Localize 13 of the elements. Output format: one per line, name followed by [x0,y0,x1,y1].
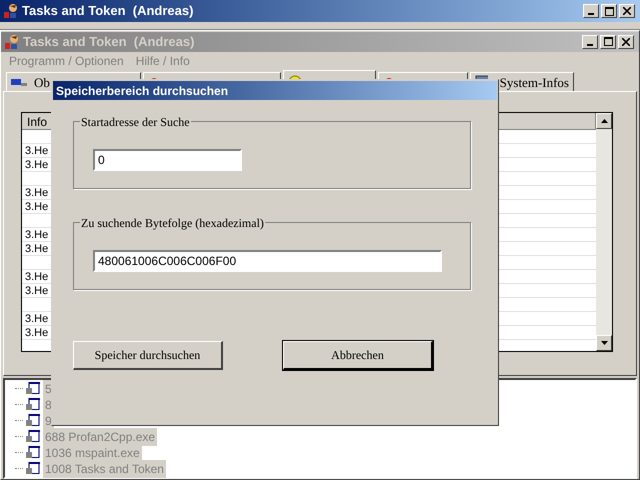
list-cell: 3.He [25,271,48,284]
dialog-title: Speicherbereich durchsuchen [56,82,228,100]
window-title: Tasks and Token (Andreas) [23,33,196,52]
list-cell: 3.He [25,201,48,214]
list-cell: 3.He [25,313,48,326]
list-cell: 3.He [25,187,48,200]
list-cell: 3.He [25,229,48,242]
list-cell: 3.He [25,159,48,172]
list-cell: 3.He [25,285,48,298]
list-cell: 3.He [25,243,48,256]
list-cell: 3.He [25,145,48,158]
window-title: Tasks and Token (Andreas) [22,2,194,20]
list-cell: 3.He [25,327,48,340]
